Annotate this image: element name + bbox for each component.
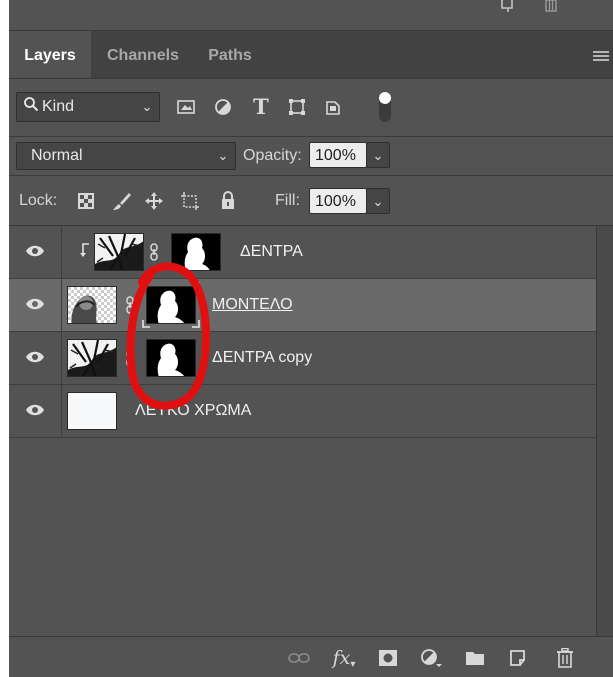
layer-mask-thumbnail[interactable] bbox=[146, 286, 196, 324]
filter-shape-icon[interactable] bbox=[286, 96, 308, 118]
opacity-dropdown-button[interactable]: ⌄ bbox=[366, 142, 390, 168]
filter-type-icon[interactable]: T bbox=[250, 94, 272, 119]
fill-field[interactable]: 100% bbox=[309, 188, 367, 214]
layer-thumbnail[interactable] bbox=[67, 392, 117, 430]
layers-list: ΔΕΝΤΡΑ ΜΟΝΤΕΛΟ ΔΕΝΤΡΑ copy ΛΕΥΚΟ ΧΡΩΜΑ bbox=[9, 226, 596, 636]
layers-scrollbar[interactable] bbox=[596, 226, 613, 636]
layer-row[interactable]: ΔΕΝΤΡΑ bbox=[9, 226, 596, 279]
blend-mode-value: Normal bbox=[31, 147, 83, 164]
layer-name[interactable]: ΔΕΝΤΡΑ copy bbox=[212, 348, 312, 368]
eye-icon[interactable] bbox=[25, 350, 45, 364]
layer-name[interactable]: ΛΕΥΚΟ ΧΡΩΜΑ bbox=[135, 401, 251, 421]
filter-toggle-switch[interactable] bbox=[379, 92, 391, 122]
opacity-label: Opacity: bbox=[243, 147, 302, 164]
trash-icon[interactable] bbox=[554, 647, 576, 669]
opacity-field[interactable]: 100% bbox=[309, 142, 367, 168]
panel-tabs: Layers Channels Paths bbox=[9, 31, 613, 79]
mask-icon[interactable] bbox=[377, 647, 399, 669]
folder-icon[interactable] bbox=[464, 647, 486, 669]
fill-dropdown-button[interactable]: ⌄ bbox=[366, 188, 390, 214]
layer-thumbnail[interactable] bbox=[67, 339, 117, 377]
chevron-down-icon: ⌄ bbox=[217, 148, 229, 163]
lock-transparent-icon[interactable] bbox=[75, 190, 97, 212]
eye-icon[interactable] bbox=[25, 297, 45, 311]
adjustment-icon[interactable] bbox=[419, 647, 445, 669]
blend-mode-dropdown[interactable]: Normal ⌄ bbox=[16, 142, 236, 170]
layer-name[interactable]: ΜΟΝΤΕΛΟ bbox=[212, 295, 293, 315]
panel-menu-icon[interactable] bbox=[593, 51, 609, 61]
filter-row: Kind ⌄ T bbox=[9, 78, 613, 136]
link-icon[interactable] bbox=[287, 647, 311, 669]
layers-panel: Layers Channels Paths Kind ⌄ T Normal ⌄ … bbox=[9, 0, 613, 677]
eye-icon[interactable] bbox=[25, 244, 45, 258]
trash-icon[interactable] bbox=[541, 0, 561, 14]
chain-link-icon[interactable] bbox=[149, 243, 159, 261]
search-icon bbox=[23, 94, 39, 122]
lock-artboard-icon[interactable] bbox=[179, 190, 201, 212]
filter-adjustment-icon[interactable] bbox=[212, 96, 234, 118]
visibility-column bbox=[9, 385, 62, 437]
lock-label: Lock: bbox=[19, 192, 58, 209]
filter-kind-dropdown[interactable]: Kind ⌄ bbox=[16, 92, 160, 122]
tab-paths[interactable]: Paths bbox=[195, 31, 265, 78]
layer-mask-thumbnail[interactable] bbox=[171, 233, 221, 271]
chain-link-icon[interactable] bbox=[125, 349, 135, 367]
lock-row: Lock: Fill: 100% ⌄ bbox=[9, 176, 613, 225]
screenshot-frame: Layers Channels Paths Kind ⌄ T Normal ⌄ … bbox=[0, 0, 613, 677]
blend-row: Normal ⌄ Opacity: 100% ⌄ bbox=[9, 137, 613, 175]
layers-bottom-toolbar: fx ▾ bbox=[9, 636, 613, 677]
fill-label: Fill: bbox=[275, 192, 300, 209]
layer-row[interactable]: ΛΕΥΚΟ ΧΡΩΜΑ bbox=[9, 385, 596, 438]
layer-thumbnail[interactable] bbox=[94, 233, 144, 271]
layer-mask-thumbnail[interactable] bbox=[146, 339, 196, 377]
layer-thumbnail[interactable] bbox=[67, 286, 117, 324]
layer-name[interactable]: ΔΕΝΤΡΑ bbox=[240, 242, 303, 262]
filter-smart-object-icon[interactable] bbox=[322, 96, 344, 118]
filter-kind-label: Kind bbox=[42, 98, 75, 115]
lock-position-icon[interactable] bbox=[143, 190, 165, 212]
tab-channels[interactable]: Channels bbox=[93, 31, 193, 78]
visibility-column bbox=[9, 226, 62, 278]
new-layer-icon[interactable] bbox=[507, 647, 529, 669]
clipping-arrow-icon bbox=[79, 242, 91, 260]
lock-image-icon[interactable] bbox=[111, 190, 133, 212]
visibility-column bbox=[9, 279, 62, 331]
tab-layers[interactable]: Layers bbox=[9, 31, 91, 78]
layer-row-selected[interactable]: ΜΟΝΤΕΛΟ bbox=[9, 279, 596, 332]
new-layer-icon[interactable] bbox=[497, 0, 517, 14]
visibility-column bbox=[9, 332, 62, 384]
lock-all-icon[interactable] bbox=[217, 189, 239, 211]
chevron-down-icon: ⌄ bbox=[141, 99, 153, 114]
chain-link-icon[interactable] bbox=[125, 296, 135, 314]
top-toolbar-strip bbox=[9, 0, 613, 31]
eye-icon[interactable] bbox=[25, 403, 45, 417]
fx-icon[interactable]: fx ▾ bbox=[331, 647, 357, 670]
layer-row[interactable]: ΔΕΝΤΡΑ copy bbox=[9, 332, 596, 385]
filter-pixel-icon[interactable] bbox=[175, 96, 197, 118]
